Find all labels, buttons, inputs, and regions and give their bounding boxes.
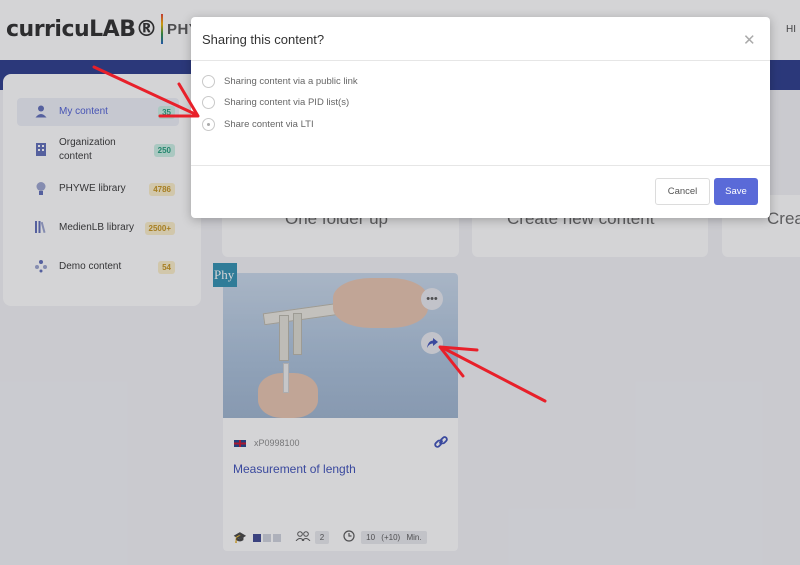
annotation-arrows [92,65,547,403]
annotation-arrow-share [438,345,547,403]
annotation-arrow-lti [92,65,200,118]
